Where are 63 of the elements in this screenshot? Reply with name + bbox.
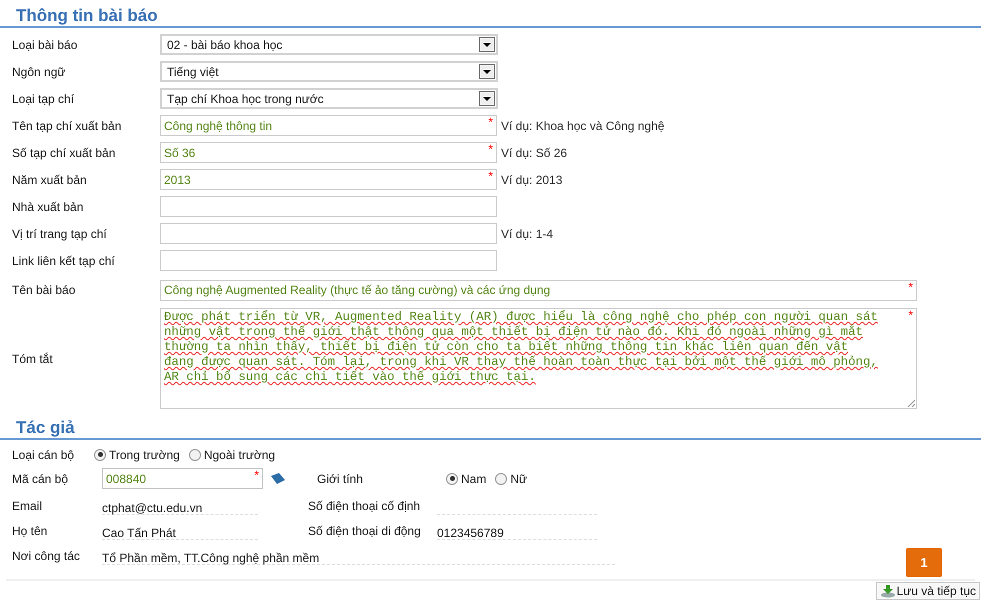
text-field[interactable]: 008840 * (102, 468, 263, 489)
radio-button[interactable] (495, 472, 508, 484)
field-label: Năm xuất bản (12, 172, 88, 188)
caret-icon (479, 64, 495, 79)
required-asterisk: * (488, 116, 493, 128)
text-field[interactable] (160, 250, 497, 271)
text-field[interactable] (160, 196, 497, 217)
field-label: Nơi công tác (12, 548, 81, 564)
radio-label: Nữ (510, 470, 528, 488)
required-asterisk: * (488, 143, 493, 155)
radio-button[interactable] (94, 448, 106, 460)
hint-text: Ví dụ: Số 26 (501, 144, 568, 162)
field-label: Loại cán bộ (12, 446, 76, 464)
field-label: Vị trí trang tạp chí (12, 226, 108, 242)
text-field[interactable]: Công nghệ Augmented Reality (thực tế ảo tăng cường) và các ứng dụng * (160, 280, 917, 300)
book-icon[interactable] (270, 472, 286, 484)
required-asterisk: * (908, 309, 913, 321)
radio-button[interactable] (446, 472, 458, 484)
radio-label: Trong trường (109, 446, 180, 464)
field-value: 0123456789 (437, 526, 504, 540)
field-value: Cao Tấn Phát (102, 526, 176, 540)
text-area[interactable]: Được phát triển từ VR, Augmented Reality (AR) được hiểu là công nghệ cho phép con người quan sát những vật trong thế giới thật thông qua một thiết bị điện tử nào đó. Khi đó ngoài những gì mắt thường ta nhìn thấy, thiết bị điện tử còn cho ta biết những thông tin khác liên quan đến vật đang được quan sát. Tóm lại, trong khi VR thay thế hoàn toàn thực tại bởi một thế giới mô phỏng, AR chỉ bổ sung các chi tiết vào thế giới thực tại. * (160, 308, 917, 409)
hint-text: Ví dụ: Khoa học và Công nghệ (501, 118, 664, 134)
required-asterisk: * (254, 469, 259, 481)
section-title: Thông tin bài báo (16, 6, 158, 26)
radio-label: Ngoài trường (204, 446, 276, 464)
hint-text: Ví dụ: 2013 (501, 172, 562, 188)
text-field[interactable]: 2013 * (160, 169, 497, 190)
field-label: Link liên kết tạp chí (12, 252, 116, 270)
field-label: Email (12, 498, 44, 514)
field-value: Tổ Phần mềm, TT.Công nghệ phần mềm (102, 551, 320, 565)
field-label: Nhà xuất bản (12, 198, 84, 216)
text-field[interactable]: Số 36 * (160, 142, 497, 163)
hint-text: Ví dụ: 1-4 (501, 226, 554, 242)
field-label: Số điện thoại cố định (308, 498, 422, 514)
field-label: Số tạp chí xuất bản (12, 144, 116, 162)
caret-icon (479, 37, 495, 52)
radio-label: Nam (461, 470, 486, 488)
text-field[interactable]: Công nghệ thông tin * (160, 115, 497, 136)
field-label: Giới tính (317, 470, 364, 488)
field-label: Tên bài báo (12, 282, 76, 299)
radio-button[interactable] (188, 448, 201, 460)
field-label: Số điện thoại di động (308, 522, 422, 540)
caret-icon (479, 91, 495, 106)
field-label: Tóm tắt (12, 350, 54, 368)
field-label: Ngôn ngữ (12, 64, 66, 80)
field-label: Loại tạp chí (12, 90, 76, 108)
field-label: Họ tên (12, 522, 48, 540)
dropdown[interactable]: Tạp chí Khoa học trong nước (160, 88, 498, 109)
dropdown[interactable]: 02 - bài báo khoa học (160, 34, 498, 55)
required-asterisk: * (488, 170, 493, 182)
field-label: Tên tạp chí xuất bản (12, 118, 122, 134)
page-button[interactable]: 1 (906, 548, 942, 577)
save-button[interactable]: Lưu và tiếp tục (876, 582, 980, 600)
required-asterisk: * (908, 280, 913, 292)
field-value: ctphat@ctu.edu.vn (102, 501, 202, 515)
text-field[interactable] (160, 223, 497, 244)
section-title: Tác giả (16, 418, 75, 438)
save-download-icon (880, 584, 896, 598)
resize-handle-icon[interactable] (907, 399, 915, 407)
field-label: Mã cán bộ (12, 470, 70, 488)
field-label: Loại bài báo (12, 36, 78, 54)
dropdown[interactable]: Tiếng việt (160, 61, 498, 82)
